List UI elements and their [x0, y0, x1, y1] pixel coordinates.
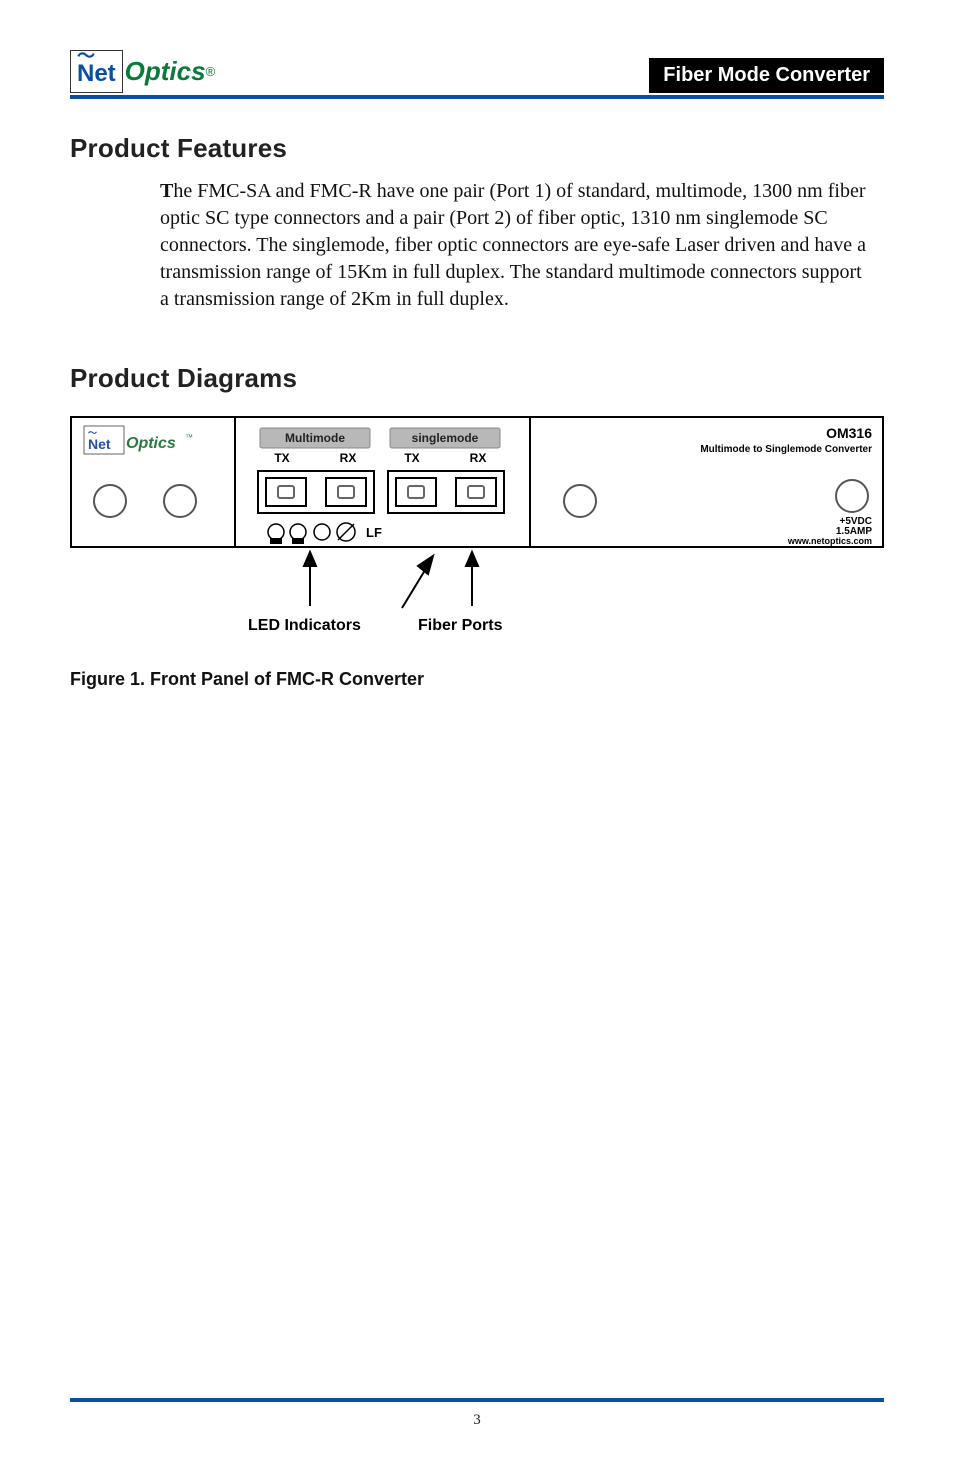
header-divider [70, 95, 884, 99]
logo-net: Net [77, 60, 116, 87]
lf-label: LF [366, 525, 382, 540]
power-jack-icon [836, 480, 868, 512]
screw-icon [94, 485, 126, 517]
tilde-icon: 〜 [77, 53, 116, 59]
page-footer: 3 [70, 1398, 884, 1429]
screw-icon [564, 485, 596, 517]
callout-fiber: Fiber Ports [418, 617, 503, 634]
singlemode-label: singlemode [412, 431, 479, 445]
callout-arrows [304, 552, 478, 608]
features-body: The FMC-SA and FMC-R have one pair (Port… [160, 178, 874, 313]
brand-url: www.netoptics.com [787, 536, 872, 546]
tx-label-2: TX [404, 451, 419, 465]
callout-led: LED Indicators [248, 617, 361, 634]
multimode-label: Multimode [285, 431, 345, 445]
screw-icon [164, 485, 196, 517]
figure-number: Figure 1. [70, 669, 150, 689]
rx-label: RX [340, 451, 357, 465]
diagrams-heading: Product Diagrams [70, 363, 884, 394]
sc-port-icon [456, 478, 496, 506]
sc-port-icon [326, 478, 366, 506]
brand-logo: 〜 Net Optics ® [70, 50, 215, 93]
features-text: he FMC-SA and FMC-R have one pair (Port … [160, 180, 866, 310]
features-heading: Product Features [70, 133, 884, 164]
header-badge: Fiber Mode Converter [649, 58, 884, 93]
svg-text:Net: Net [88, 436, 111, 452]
logo-optics: Optics [125, 56, 206, 87]
features-dropcap: T [160, 180, 173, 202]
footer-divider [70, 1398, 884, 1402]
rx-label-2: RX [470, 451, 487, 465]
model-label: OM316 [826, 425, 872, 441]
svg-text:Optics: Optics [126, 435, 176, 452]
model-subtitle: Multimode to Singlemode Converter [700, 444, 872, 455]
logo-registered: ® [206, 64, 216, 79]
front-panel-diagram: 〜 Net Optics ™ Multimode TX RX singlemod… [70, 416, 884, 651]
svg-text:™: ™ [185, 433, 193, 442]
page-number: 3 [70, 1412, 884, 1429]
tx-label: TX [274, 451, 289, 465]
page-header: 〜 Net Optics ® Fiber Mode Converter [70, 50, 884, 93]
panel-svg: 〜 Net Optics ™ Multimode TX RX singlemod… [70, 416, 884, 646]
sc-port-icon [266, 478, 306, 506]
logo-box: 〜 Net [70, 50, 123, 93]
figure-caption: Figure 1. Front Panel of FMC-R Converter [70, 669, 884, 690]
sc-port-icon [396, 478, 436, 506]
figure-title: Front Panel of FMC-R Converter [150, 669, 424, 689]
